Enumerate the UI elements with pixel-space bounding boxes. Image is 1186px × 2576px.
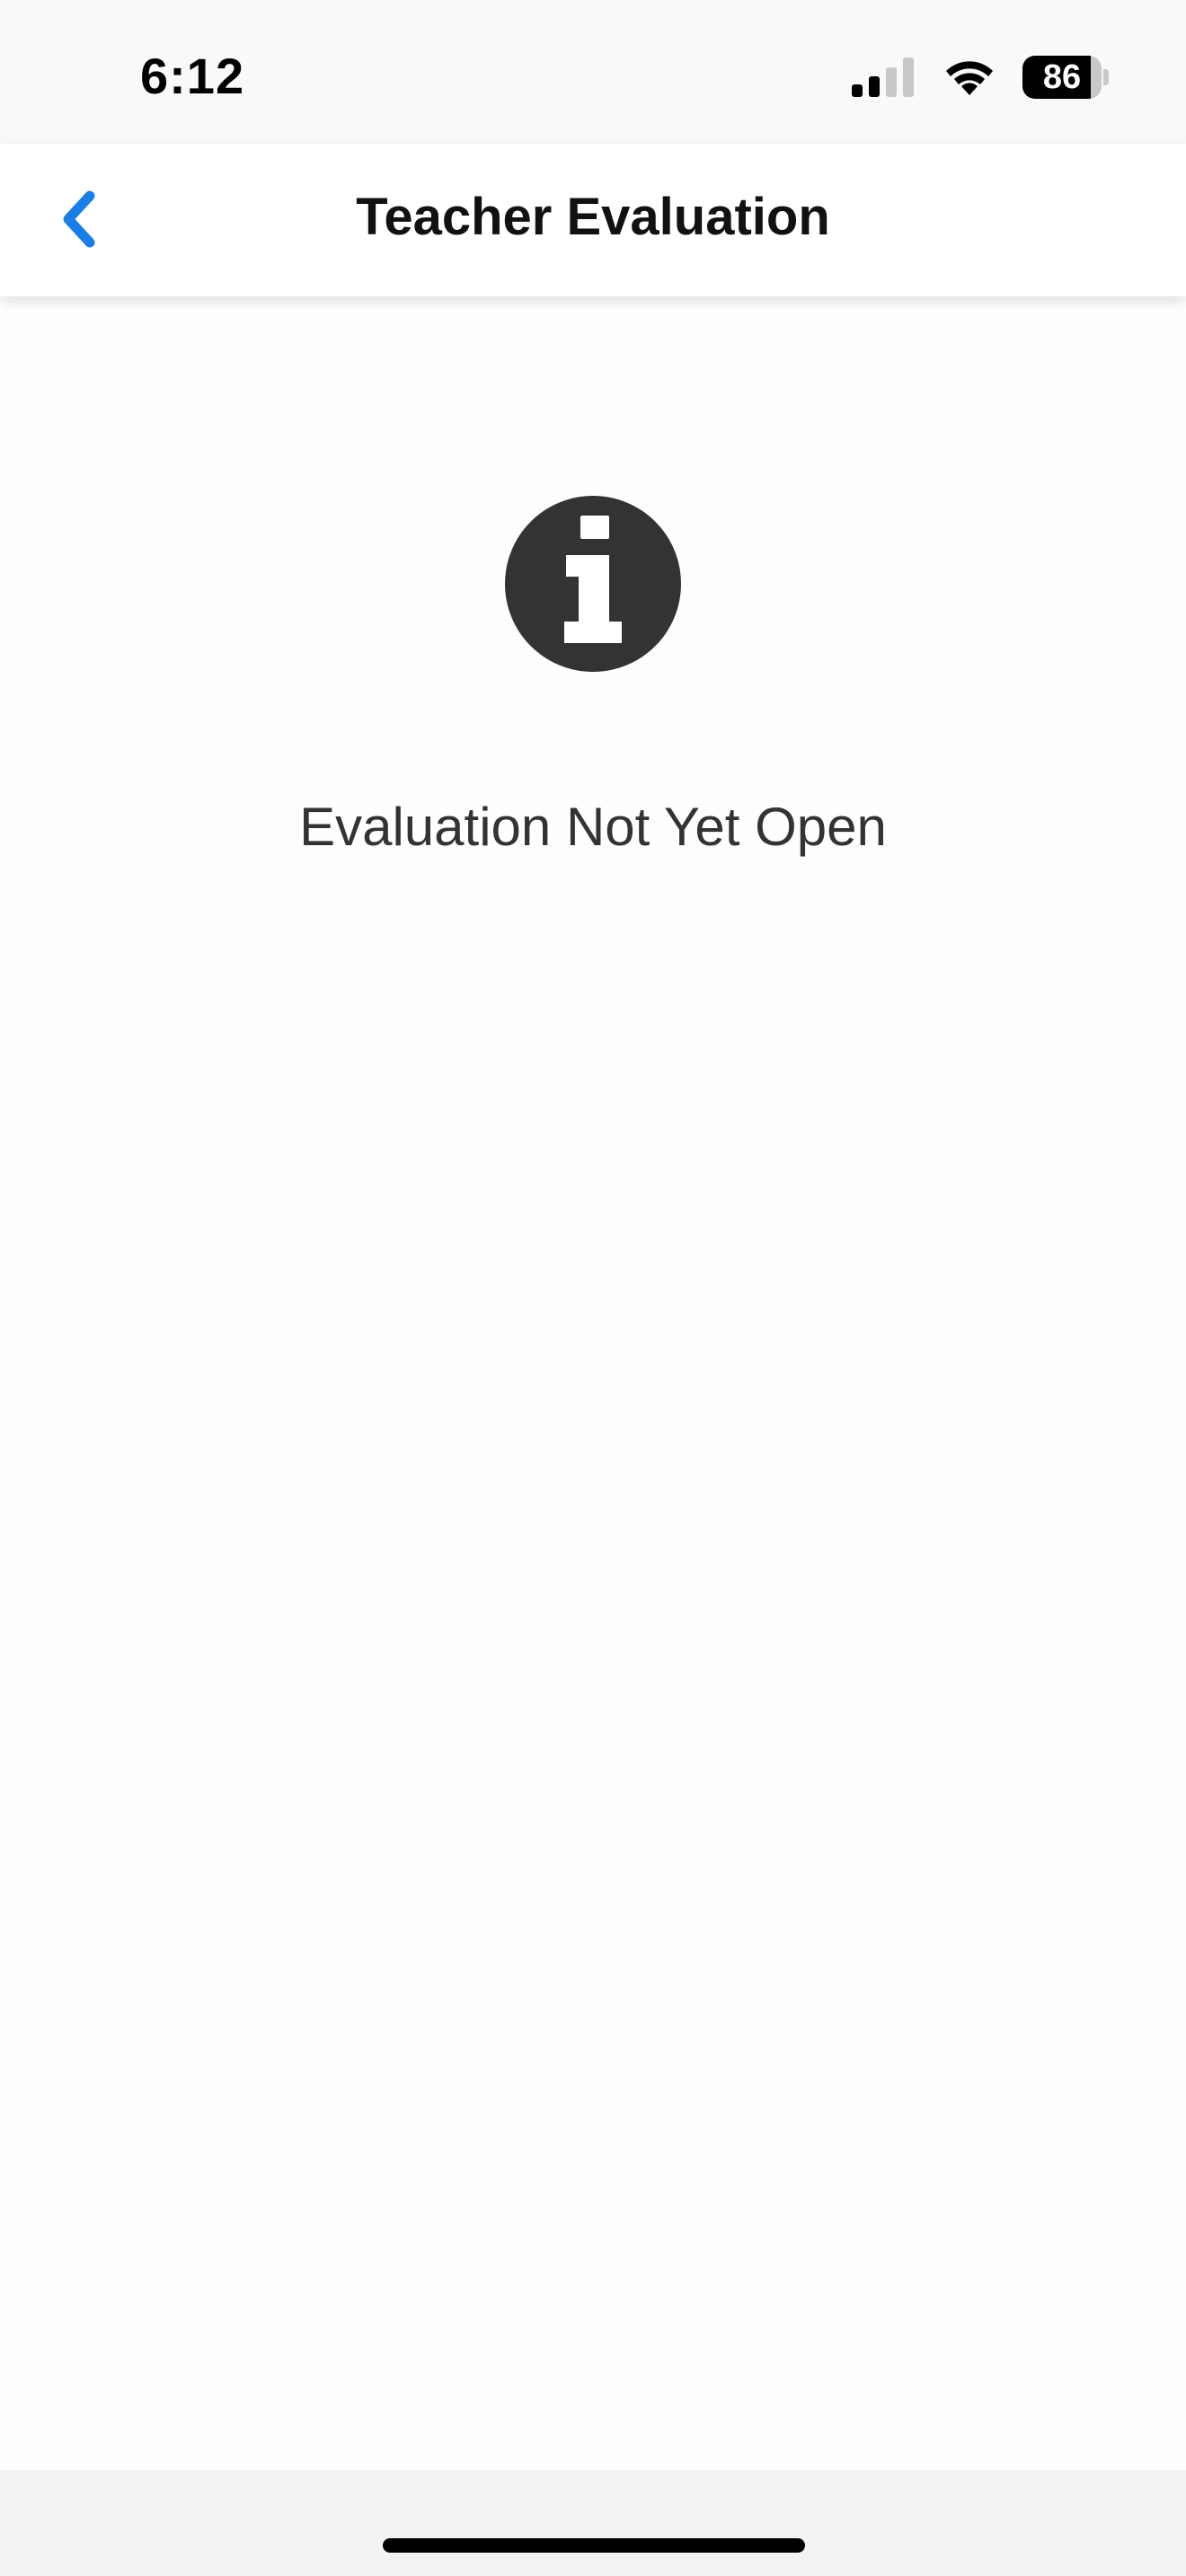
status-message: Evaluation Not Yet Open (299, 797, 887, 857)
home-indicator-area (0, 2470, 1186, 2576)
cellular-signal-icon (852, 57, 914, 97)
main-content: Evaluation Not Yet Open (0, 296, 1186, 2470)
page-title: Teacher Evaluation (356, 188, 830, 246)
screen: 6:12 86 Teacher Evaluation Evaluation No… (0, 0, 1186, 2576)
battery-level: 86 (1042, 58, 1082, 96)
wifi-icon (946, 61, 993, 95)
status-time: 6:12 (140, 48, 245, 104)
battery-icon: 86 (1022, 56, 1109, 99)
info-icon (505, 496, 681, 672)
status-bar: 6:12 86 (0, 0, 1186, 144)
status-indicators: 86 (852, 56, 1109, 99)
home-indicator[interactable] (383, 2538, 805, 2553)
navigation-bar: Teacher Evaluation (0, 144, 1186, 296)
